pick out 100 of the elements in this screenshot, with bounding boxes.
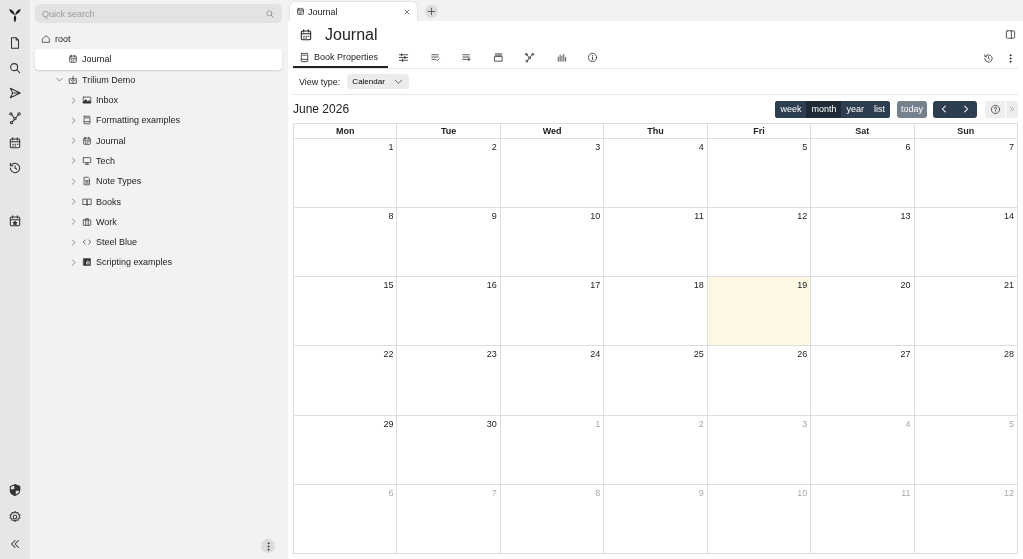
history-icon[interactable]: [8, 161, 22, 175]
tree-item[interactable]: Work: [35, 211, 282, 232]
ribbon-tab[interactable]: Book Properties: [293, 48, 389, 68]
day-number: 6: [388, 487, 394, 498]
day-number: 12: [797, 211, 808, 222]
chevron-left-icon: [939, 104, 949, 114]
day-cell[interactable]: 17: [500, 277, 605, 347]
monitor-icon: [82, 155, 92, 166]
file-icon[interactable]: [8, 36, 22, 50]
day-cell[interactable]: 28: [914, 346, 1018, 416]
day-cell[interactable]: 24: [500, 346, 605, 416]
day-cell[interactable]: 22: [294, 346, 398, 416]
panel-icon[interactable]: [1005, 29, 1016, 40]
day-number: 7: [1009, 142, 1014, 152]
day-number: 4: [905, 418, 911, 429]
day-number: 3: [802, 418, 808, 429]
view-type-dropdown[interactable]: Calendar: [347, 74, 409, 89]
history-icon[interactable]: [983, 52, 994, 64]
chevron-right-icon: [961, 104, 971, 114]
tree-item[interactable]: Journal: [35, 130, 282, 151]
list-check-icon: [429, 51, 441, 63]
day-number: 21: [1004, 280, 1014, 291]
day-cell[interactable]: 9: [397, 208, 501, 278]
day-number: 7: [491, 487, 497, 498]
tree-item[interactable]: Inbox: [35, 89, 282, 111]
day-number: 17: [590, 280, 601, 291]
weekday-header: Mon: [294, 124, 398, 139]
settings-icon[interactable]: [8, 510, 22, 524]
day-number: 13: [900, 211, 911, 222]
send-icon[interactable]: [8, 86, 22, 100]
day-cell[interactable]: 14: [914, 208, 1018, 278]
day-number: 9: [698, 487, 704, 498]
day-cell[interactable]: 21: [914, 277, 1018, 347]
day-cell[interactable]: 7: [914, 139, 1018, 209]
tree-item[interactable]: Trilium Demo: [35, 69, 282, 90]
day-number: 11: [901, 487, 911, 498]
day-cell[interactable]: 18: [604, 277, 708, 347]
calendar-icon: [82, 135, 92, 146]
bar-chart-icon: [555, 51, 567, 63]
tree-item[interactable]: Journal: [35, 49, 282, 70]
calendar-icon: [299, 27, 313, 42]
image-icon: [82, 95, 92, 106]
code-icon: [82, 237, 92, 248]
tree-item[interactable]: Tech: [35, 150, 282, 172]
tree-item[interactable]: Steel Blue: [35, 231, 282, 253]
tree-item[interactable]: Books: [35, 191, 282, 212]
view-button[interactable]: month: [806, 100, 842, 118]
weekday-header: Tue: [397, 124, 501, 139]
day-cell[interactable]: 11: [604, 208, 708, 278]
day-cell[interactable]: 26: [707, 346, 812, 416]
day-cell[interactable]: 5: [707, 139, 812, 209]
day-cell[interactable]: 4: [604, 139, 708, 209]
day-number: 16: [486, 280, 497, 291]
tree-item[interactable]: root: [35, 29, 282, 50]
calendar-icon: [68, 54, 78, 65]
day-cell[interactable]: 16: [397, 277, 501, 347]
day-number: 30: [486, 418, 497, 429]
more-button[interactable]: [261, 539, 275, 553]
day-cell[interactable]: 6: [811, 139, 915, 209]
new-tab-button[interactable]: [425, 5, 438, 18]
close-icon[interactable]: [403, 7, 411, 16]
day-cell[interactable]: 20: [811, 277, 915, 347]
day-number: 11: [694, 211, 704, 222]
double-chevron-left-icon[interactable]: [8, 537, 22, 551]
day-cell[interactable]: 2: [397, 139, 501, 209]
shield-icon[interactable]: [8, 483, 22, 497]
day-cell[interactable]: 23: [397, 346, 501, 416]
search-icon: [265, 8, 275, 19]
day-cell[interactable]: 3: [500, 139, 605, 209]
day-number: 26: [797, 349, 808, 360]
weekday-header: Fri: [707, 124, 812, 139]
tree-item[interactable]: Formatting examples: [35, 110, 282, 131]
day-cell[interactable]: 30: [397, 415, 501, 485]
day-number: 5: [802, 142, 808, 152]
calendar-icon[interactable]: [8, 136, 22, 150]
chart-square-icon: [82, 257, 92, 268]
day-cell[interactable]: 29: [294, 415, 398, 485]
search-icon[interactable]: [8, 61, 22, 75]
day-number: 19: [797, 280, 808, 291]
day-cell[interactable]: 13: [811, 208, 915, 278]
tree-item[interactable]: Scripting examples: [35, 252, 282, 273]
day-cell[interactable]: 27: [811, 346, 915, 416]
day-cell[interactable]: 15: [294, 277, 398, 347]
day-cell[interactable]: 19: [707, 277, 812, 347]
day-number: 2: [698, 418, 704, 429]
day-cell[interactable]: 10: [500, 208, 605, 278]
home-icon: [41, 34, 51, 45]
note-tab[interactable]: Journal: [290, 2, 417, 21]
day-number: 29: [383, 418, 394, 429]
info-icon: [587, 51, 599, 63]
day-number: 18: [693, 280, 704, 291]
day-cell[interactable]: 25: [604, 346, 708, 416]
day-cell[interactable]: 8: [294, 208, 398, 278]
chevron-down-icon: [392, 76, 404, 87]
day-cell[interactable]: 1: [294, 139, 398, 209]
tree-item[interactable]: Note Types: [35, 171, 282, 192]
graph-icon[interactable]: [8, 111, 22, 125]
search-field[interactable]: Quick search: [35, 4, 282, 23]
day-number: 23: [486, 349, 497, 360]
book-icon: [299, 51, 310, 63]
